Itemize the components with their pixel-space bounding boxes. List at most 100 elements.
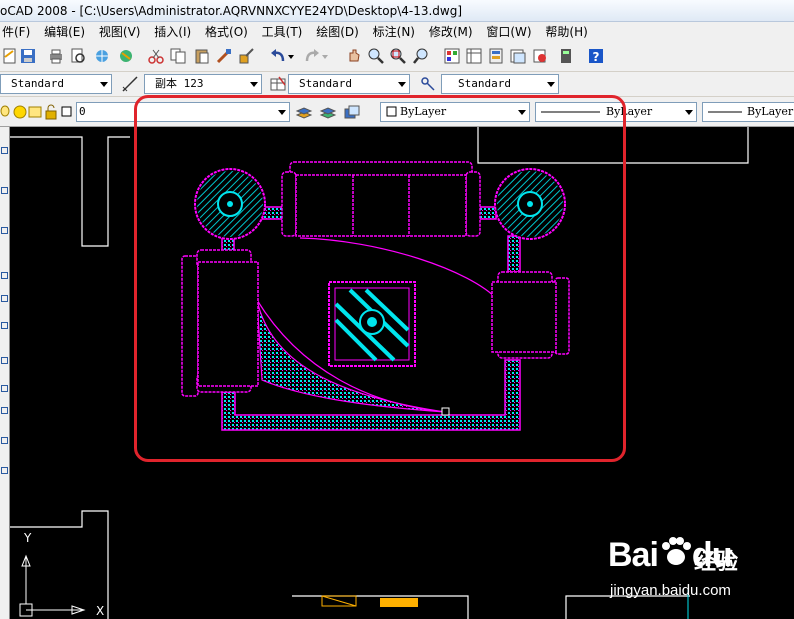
paw-icon bbox=[658, 536, 692, 575]
text-style-value: Standard bbox=[11, 77, 64, 90]
coffee-table bbox=[328, 281, 416, 367]
make-object-layer-current-icon[interactable] bbox=[294, 102, 314, 122]
dimension-style-icon bbox=[120, 74, 140, 94]
menu-draw[interactable]: 绘图(D) bbox=[311, 22, 364, 42]
watermark-url: jingyan.baidu.com bbox=[610, 582, 731, 599]
paste-icon[interactable] bbox=[192, 46, 212, 66]
layer-on-icon[interactable] bbox=[0, 102, 10, 122]
right-armchair bbox=[491, 271, 570, 359]
3d-dwf-icon[interactable] bbox=[116, 46, 136, 66]
left-side-table bbox=[194, 168, 266, 240]
print-icon[interactable] bbox=[46, 46, 66, 66]
multileader-style-value: Standard bbox=[458, 77, 511, 90]
text-style-select[interactable]: Standard bbox=[0, 74, 112, 94]
menu-tools[interactable]: 工具(T) bbox=[257, 22, 308, 42]
color-control-select[interactable]: ByLayer bbox=[380, 102, 530, 122]
block-editor-icon[interactable] bbox=[236, 46, 256, 66]
quickcalc-icon[interactable] bbox=[556, 46, 576, 66]
spline-tool-icon[interactable] bbox=[1, 322, 8, 329]
watermark-brand-left: Bai bbox=[608, 536, 659, 574]
watermark-cn: 经验 bbox=[694, 550, 739, 575]
chevron-down-icon bbox=[278, 110, 286, 115]
rectangle-tool-icon[interactable] bbox=[1, 227, 8, 234]
markup-set-manager-icon[interactable] bbox=[530, 46, 550, 66]
save-icon[interactable] bbox=[18, 46, 38, 66]
publish-icon[interactable] bbox=[92, 46, 112, 66]
table-style-select[interactable]: Standard bbox=[288, 74, 410, 94]
ucs-x-label: X bbox=[96, 604, 105, 618]
sofa-set[interactable] bbox=[181, 161, 570, 431]
window-title: oCAD 2008 - [C:\Users\Administrator.AQRV… bbox=[0, 4, 463, 18]
window-symbol-diagonal bbox=[321, 595, 357, 607]
styles-toolbar: Standard 副本 123 Standard Standard bbox=[0, 72, 794, 97]
help-icon[interactable]: ? bbox=[586, 46, 606, 66]
lineweight-control-select[interactable]: ByLayer bbox=[702, 102, 794, 122]
menu-modify[interactable]: 修改(M) bbox=[424, 22, 478, 42]
color-value: ByLayer bbox=[400, 105, 447, 118]
undo-icon[interactable] bbox=[268, 46, 288, 66]
menu-dimension[interactable]: 标注(N) bbox=[368, 22, 420, 42]
insert-block-icon[interactable] bbox=[1, 357, 8, 364]
tool-palettes-icon[interactable] bbox=[486, 46, 506, 66]
hatch-tool-icon[interactable] bbox=[1, 437, 8, 444]
chevron-down-icon bbox=[547, 82, 555, 87]
baidu-watermark: Bai du 经验 jingyan.baidu.com bbox=[604, 530, 794, 619]
design-center-icon[interactable] bbox=[464, 46, 484, 66]
circle-tool-icon[interactable] bbox=[1, 295, 8, 302]
text-tool-icon[interactable] bbox=[1, 467, 8, 474]
ucs-y-label: Y bbox=[24, 531, 32, 545]
redo-icon[interactable] bbox=[302, 46, 322, 66]
menu-edit[interactable]: 编辑(E) bbox=[39, 22, 90, 42]
table-style-value: Standard bbox=[299, 77, 352, 90]
menu-window[interactable]: 窗口(W) bbox=[481, 22, 536, 42]
point-tool-icon[interactable] bbox=[1, 407, 8, 414]
layer-color-swatch[interactable] bbox=[60, 102, 74, 122]
connector-strip bbox=[507, 235, 521, 273]
layer-select[interactable]: 0 bbox=[76, 102, 290, 122]
sheet-set-manager-icon[interactable] bbox=[508, 46, 528, 66]
layer-vp-freeze-icon[interactable] bbox=[28, 102, 42, 122]
menu-file[interactable]: 件(F) bbox=[0, 22, 35, 42]
layer-states-icon[interactable] bbox=[342, 102, 362, 122]
cut-icon[interactable] bbox=[146, 46, 166, 66]
dimension-style-select[interactable]: 副本 123 bbox=[144, 74, 262, 94]
zoom-window-icon[interactable] bbox=[388, 46, 408, 66]
menu-insert[interactable]: 插入(I) bbox=[149, 22, 196, 42]
undo-dropdown-icon[interactable] bbox=[286, 46, 296, 66]
chevron-down-icon bbox=[100, 82, 108, 87]
polyline-tool-icon[interactable] bbox=[1, 187, 8, 194]
match-properties-icon[interactable] bbox=[214, 46, 234, 66]
zoom-previous-icon[interactable] bbox=[412, 46, 432, 66]
arc-tool-icon[interactable] bbox=[1, 272, 8, 279]
line-tool-icon[interactable] bbox=[1, 147, 8, 154]
chevron-down-icon bbox=[250, 82, 258, 87]
menu-help[interactable]: 帮助(H) bbox=[540, 22, 592, 42]
make-block-icon[interactable] bbox=[1, 385, 8, 392]
linetype-control-select[interactable]: ByLayer bbox=[535, 102, 697, 122]
chevron-down-icon bbox=[685, 110, 693, 115]
draw-toolbar-strip bbox=[0, 127, 10, 619]
left-armchair bbox=[181, 249, 259, 397]
redo-dropdown-icon[interactable] bbox=[320, 46, 330, 66]
pan-realtime-icon[interactable] bbox=[344, 46, 364, 66]
menu-format[interactable]: 格式(O) bbox=[200, 22, 253, 42]
layer-freeze-icon[interactable] bbox=[12, 102, 28, 122]
grip-point[interactable] bbox=[441, 407, 450, 416]
title-bar: oCAD 2008 - [C:\Users\Administrator.AQRV… bbox=[0, 0, 794, 22]
linetype-value: ByLayer bbox=[606, 105, 653, 118]
plot-preview-icon[interactable] bbox=[68, 46, 88, 66]
layer-lock-icon[interactable] bbox=[44, 102, 58, 122]
new-icon[interactable] bbox=[0, 46, 20, 66]
zoom-realtime-icon[interactable] bbox=[366, 46, 386, 66]
layers-toolbar: 0 ByLayer ByLayer ByLayer bbox=[0, 97, 794, 127]
multileader-style-icon bbox=[418, 74, 438, 94]
multileader-style-select[interactable]: Standard bbox=[441, 74, 559, 94]
copy-icon[interactable] bbox=[168, 46, 188, 66]
chevron-down-icon bbox=[398, 82, 406, 87]
layer-previous-icon[interactable] bbox=[318, 102, 338, 122]
right-side-table bbox=[494, 168, 566, 240]
properties-icon[interactable] bbox=[442, 46, 462, 66]
menu-view[interactable]: 视图(V) bbox=[94, 22, 146, 42]
ucs-icon bbox=[19, 554, 86, 617]
menu-bar: 件(F) 编辑(E) 视图(V) 插入(I) 格式(O) 工具(T) 绘图(D)… bbox=[0, 22, 794, 42]
